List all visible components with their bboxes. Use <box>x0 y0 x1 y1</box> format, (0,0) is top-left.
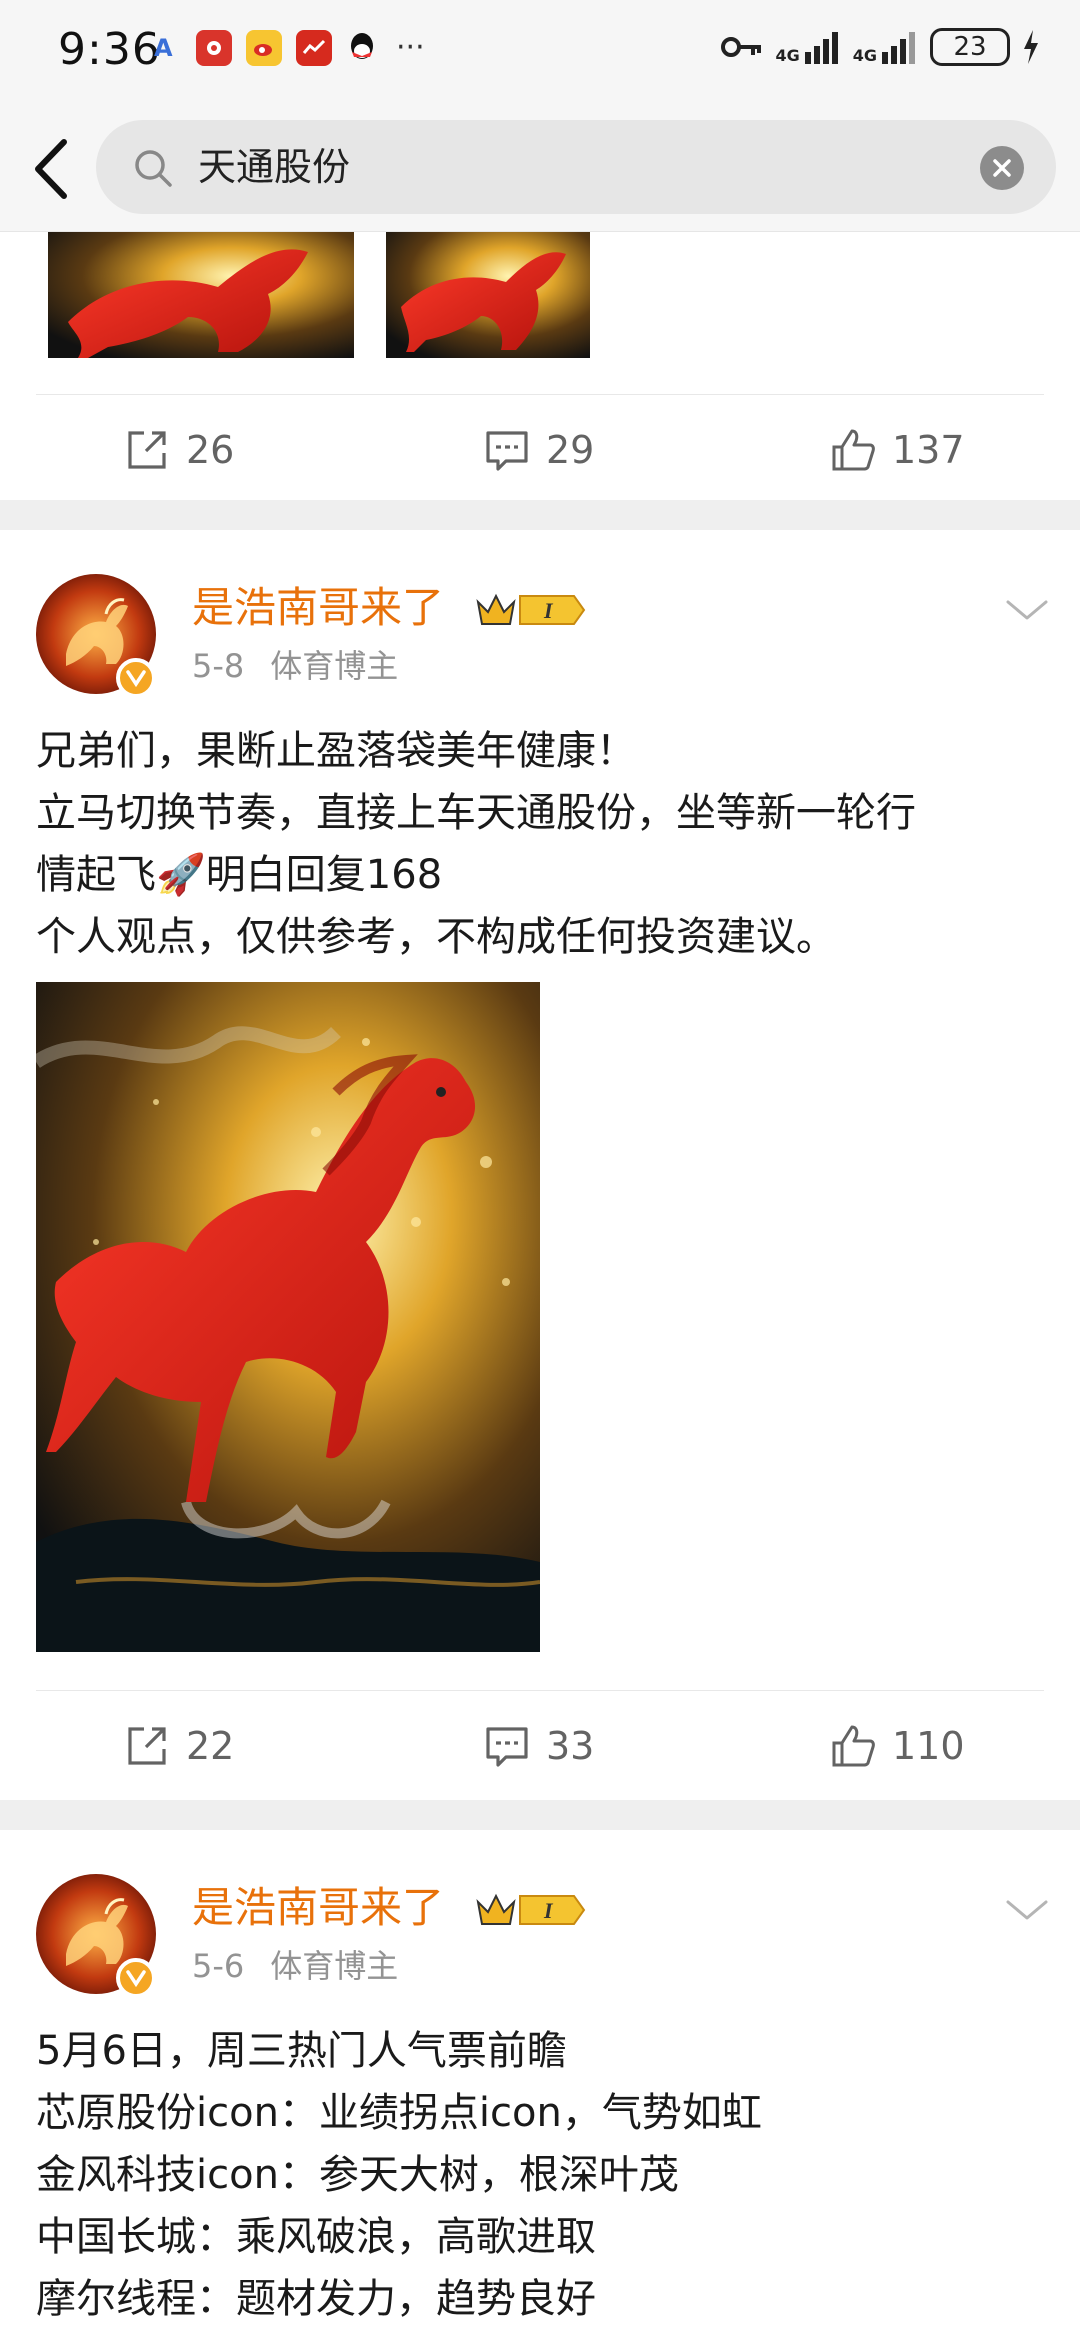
repost-button[interactable]: 26 <box>124 400 234 500</box>
post-card[interactable]: 是浩南哥来了 I 5-6 体育博主 5月6日，周三热门人气票前瞻 芯原股份icon… <box>0 1830 1080 2340</box>
repost-count: 26 <box>186 428 235 472</box>
post-card[interactable]: 是浩南哥来了 I 5-8 体育博主 兄弟们，果断止盈落袋美年健康！ 立马切换节奏，… <box>0 530 1080 1800</box>
post-text-line: 个人观点，仅供参考，不构成任何投资建议。 <box>36 914 836 960</box>
post-text-line: 情起飞🚀明白回复168 <box>36 852 443 898</box>
repost-button[interactable]: 22 <box>124 1696 234 1796</box>
status-bar: 9:36 A ··· 4G 4G 23 <box>0 0 1080 104</box>
post-text-line: 中国长城：乘风破浪，高歌进取 <box>36 2214 596 2260</box>
post-text-line: 兄弟们，果断止盈落袋美年健康！ <box>36 728 636 774</box>
search-icon <box>135 150 172 187</box>
status-app-icons: A ··· <box>154 30 425 66</box>
search-header: 天通股份 <box>0 104 1080 232</box>
signal-bars-icon <box>882 32 915 64</box>
like-icon <box>832 1725 875 1767</box>
feed-separator <box>0 1800 1080 1830</box>
signal-2: 4G <box>853 30 918 64</box>
finance-app-icon <box>296 30 332 66</box>
post-text-line: 5月6日，周三热门人气票前瞻 <box>36 2028 567 2074</box>
like-icon <box>832 429 875 471</box>
author-name[interactable]: 是浩南哥来了 <box>192 1880 444 1936</box>
font-app-icon: A <box>154 34 173 62</box>
comment-icon <box>486 431 528 471</box>
author-role: 体育博主 <box>270 1947 399 1985</box>
like-count: 137 <box>892 428 965 472</box>
status-time: 9:36 <box>58 24 161 75</box>
comment-button[interactable]: 29 <box>484 400 594 500</box>
post-text: 兄弟们，果断止盈落袋美年健康！ 立马切换节奏，直接上车天通股份，坐等新一轮行 情… <box>36 720 1044 968</box>
chevron-down-icon[interactable] <box>1004 596 1050 624</box>
post-text-line: 立马切换节奏，直接上车天通股份，坐等新一轮行 <box>36 790 916 836</box>
key-icon <box>721 37 762 57</box>
signal-1: 4G <box>775 30 840 64</box>
huawei-app-icon <box>196 30 232 66</box>
post-date: 5-6 <box>192 1947 245 1985</box>
post-date: 5-8 <box>192 647 245 685</box>
more-notifications-icon: ··· <box>396 30 425 65</box>
back-arrow-icon <box>35 139 67 199</box>
qq-app-icon <box>346 30 378 66</box>
post-image[interactable] <box>36 982 540 1652</box>
clear-icon <box>993 159 1011 177</box>
member-crown-icon: I <box>476 593 586 625</box>
repost-icon <box>128 431 166 469</box>
feed-separator <box>0 500 1080 530</box>
status-indicators: 4G 4G 23 <box>721 28 1040 66</box>
post-card[interactable]: 26 29 137 <box>0 232 1080 500</box>
member-crown-icon: I <box>476 1893 586 1925</box>
post-text-line: 摩尔线程：题材发力，趋势良好 <box>36 2276 596 2322</box>
post-actions: 22 33 110 <box>0 1696 1080 1796</box>
like-count: 110 <box>892 1724 965 1768</box>
like-button[interactable]: 110 <box>830 1696 965 1796</box>
post-actions: 26 29 137 <box>0 400 1080 500</box>
post-image-thumbnail[interactable] <box>48 232 354 358</box>
author-role: 体育博主 <box>270 647 399 685</box>
post-image-thumbnail[interactable] <box>386 232 590 358</box>
post-text: 5月6日，周三热门人气票前瞻 芯原股份icon：业绩拐点icon，气势如虹 金风… <box>36 2020 1044 2330</box>
comment-icon <box>486 1727 528 1767</box>
search-query-text: 天通股份 <box>198 145 351 189</box>
comment-count: 29 <box>546 428 595 472</box>
author-name[interactable]: 是浩南哥来了 <box>192 580 444 636</box>
verified-badge-icon <box>116 658 156 698</box>
clear-search-button[interactable] <box>980 146 1024 190</box>
repost-count: 22 <box>186 1724 235 1768</box>
weibo-app-icon <box>246 30 282 66</box>
divider <box>36 394 1044 395</box>
verified-badge-icon <box>116 1958 156 1998</box>
chevron-down-icon[interactable] <box>1004 1896 1050 1924</box>
post-text-line: 芯原股份icon：业绩拐点icon，气势如虹 <box>36 2090 762 2136</box>
search-input[interactable]: 天通股份 <box>96 120 1056 214</box>
post-text-line: 金风科技icon：参天大树，根深叶茂 <box>36 2152 679 2198</box>
svg-text:I: I <box>543 1898 554 1923</box>
svg-text:I: I <box>543 598 554 623</box>
charging-icon <box>1024 30 1038 64</box>
back-button[interactable] <box>24 134 76 204</box>
signal-bars-icon <box>804 32 838 64</box>
comment-button[interactable]: 33 <box>484 1696 594 1796</box>
like-button[interactable]: 137 <box>830 400 965 500</box>
divider <box>36 1690 1044 1691</box>
comment-count: 33 <box>546 1724 595 1768</box>
repost-icon <box>128 1727 166 1765</box>
battery-indicator: 23 <box>930 28 1010 66</box>
post-meta: 5-8 体育博主 <box>192 644 398 688</box>
post-meta: 5-6 体育博主 <box>192 1944 398 1988</box>
